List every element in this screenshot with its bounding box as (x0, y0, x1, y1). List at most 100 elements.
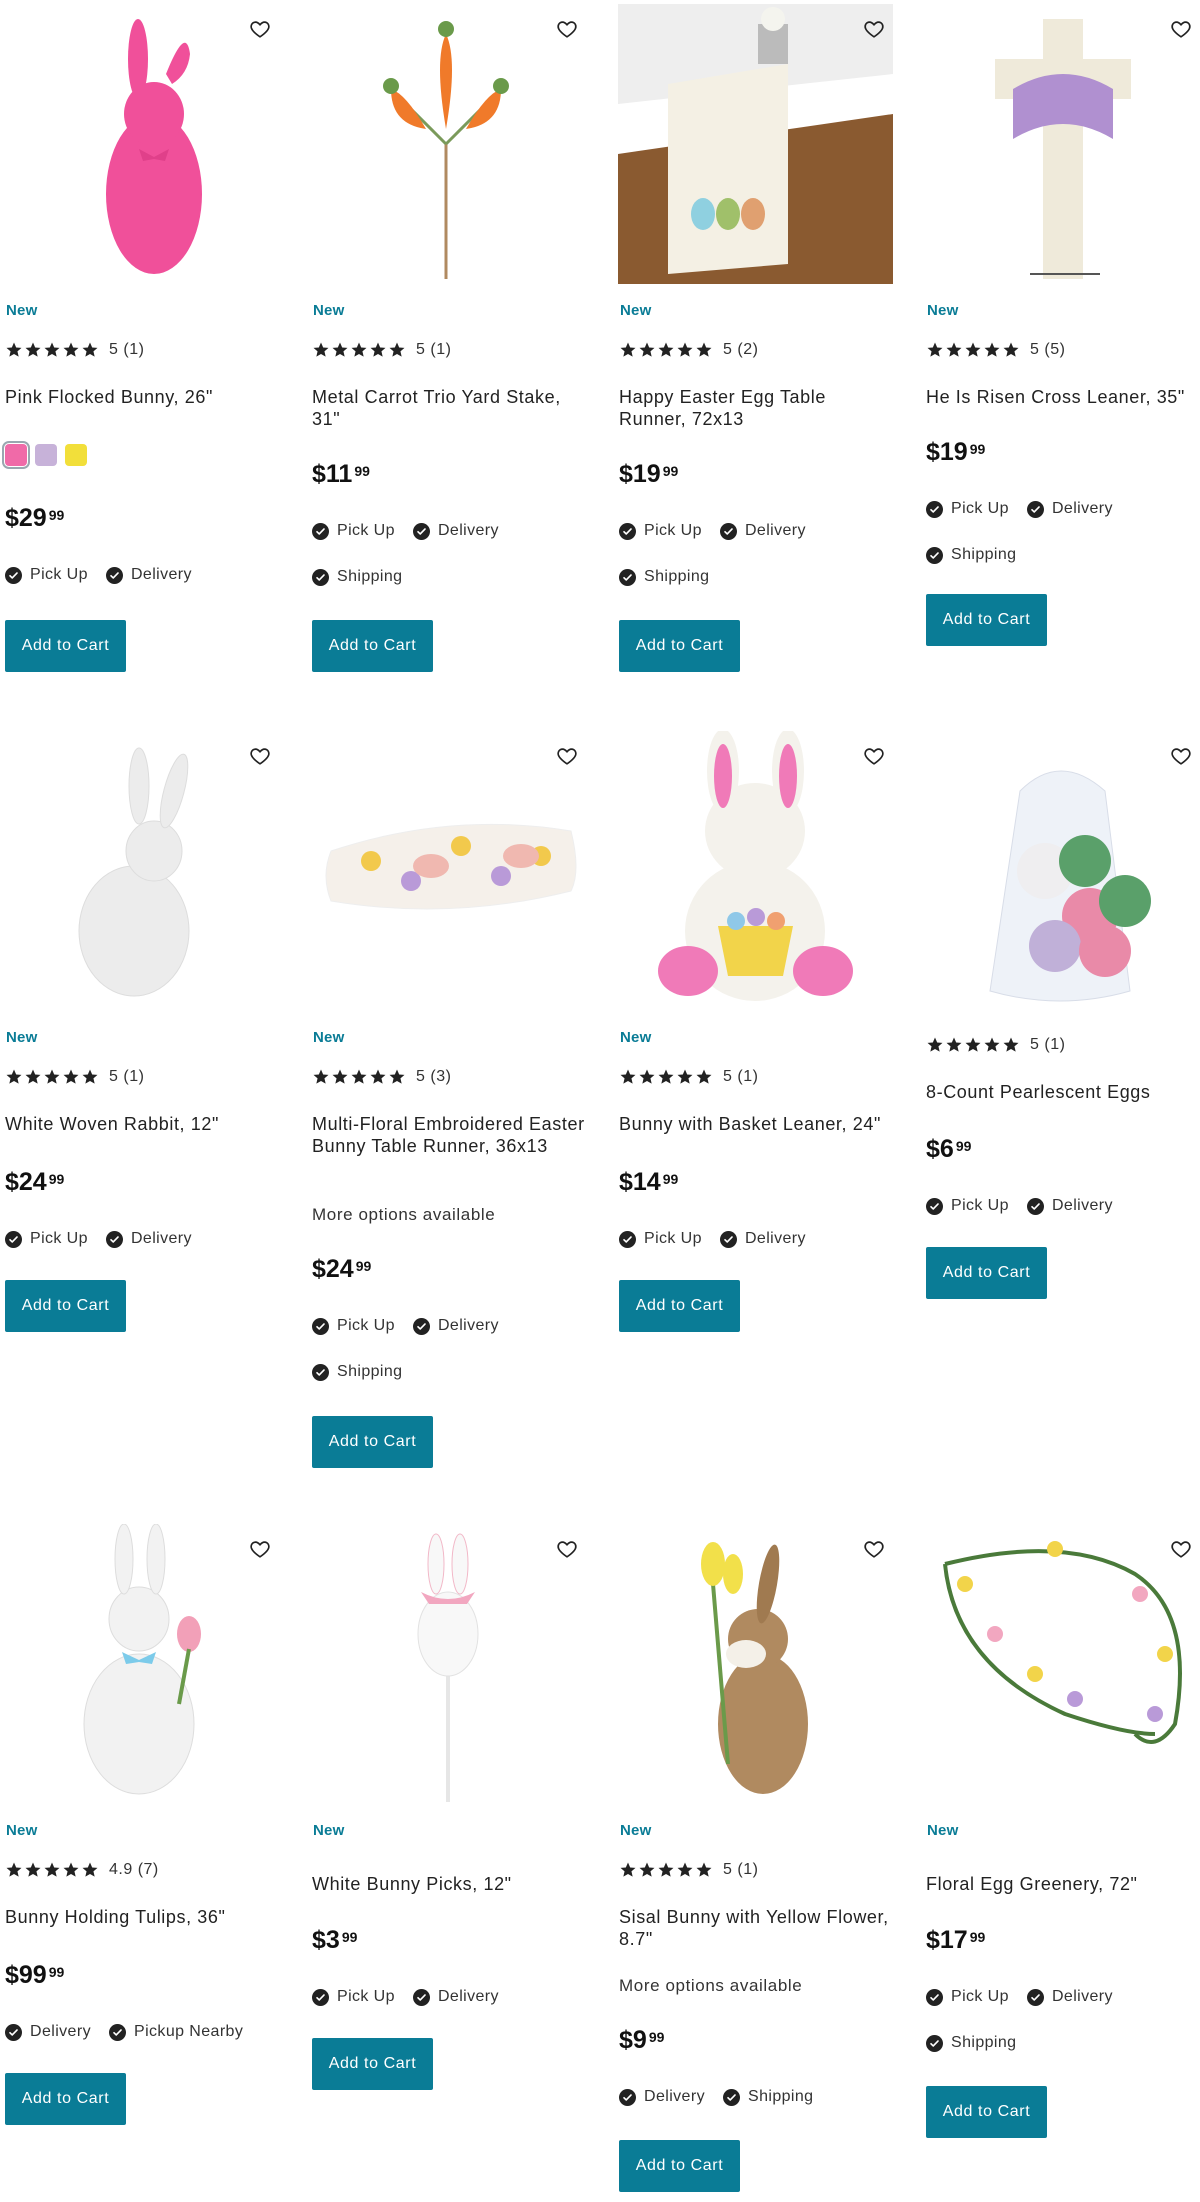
tulip-bunny-image[interactable] (4, 1524, 279, 1804)
table-runner-image[interactable] (618, 4, 893, 284)
rating-summary[interactable]: 5 (1) (619, 1861, 758, 1879)
wishlist-heart-icon[interactable] (1170, 1538, 1196, 1564)
star-icon (1002, 1036, 1020, 1054)
add-to-cart-button[interactable]: Add to Cart (312, 1416, 433, 1468)
fulfillment-label: Delivery (744, 1230, 806, 1247)
bunny-pick-image[interactable] (311, 1524, 586, 1804)
product-title-link[interactable]: Floral Egg Greenery, 72" (926, 1873, 1200, 1895)
add-to-cart-button[interactable]: Add to Cart (619, 2140, 740, 2192)
wishlist-heart-icon[interactable] (556, 1538, 582, 1564)
wishlist-heart-icon[interactable] (249, 745, 275, 771)
egg-greenery-image[interactable] (925, 1524, 1200, 1804)
wishlist-heart-icon[interactable] (863, 745, 889, 771)
product-title-link[interactable]: He Is Risen Cross Leaner, 35" (926, 386, 1200, 408)
color-swatch[interactable] (65, 444, 87, 466)
product-title-link[interactable]: Bunny with Basket Leaner, 24" (619, 1113, 894, 1135)
pink-bunny-image[interactable] (4, 4, 279, 284)
price-cents: 99 (662, 463, 679, 479)
star-icon (312, 341, 330, 359)
star-icon (5, 1861, 23, 1879)
add-to-cart-button[interactable]: Add to Cart (926, 2086, 1047, 2138)
star-icon (926, 341, 944, 359)
fulfillment-pick-up: Pick Up (5, 566, 88, 584)
rating-summary[interactable]: 4.9 (7) (5, 1861, 159, 1879)
new-badge: New (620, 302, 652, 319)
color-swatch[interactable] (2, 441, 30, 469)
rating-summary[interactable]: 5 (5) (926, 341, 1065, 359)
product-title-link[interactable]: Metal Carrot Trio Yard Stake, 31" (312, 386, 587, 430)
fulfillment-label: Pick Up (951, 500, 1009, 517)
rating-summary[interactable]: 5 (1) (619, 1068, 758, 1086)
product-title-link[interactable]: Bunny Holding Tulips, 36" (5, 1906, 280, 1928)
star-icon (695, 341, 713, 359)
check-circle-icon (5, 1230, 22, 1248)
fulfillment-options: Pick Up Delivery (926, 1197, 1113, 1215)
star-icon (676, 1068, 694, 1086)
star-rating (312, 1068, 406, 1086)
fulfillment-label: Pick Up (644, 1230, 702, 1247)
rating-value: 5 (1030, 1036, 1040, 1053)
fulfillment-pick-up: Pick Up (5, 1230, 88, 1248)
fulfillment-options: Shipping (926, 546, 1016, 564)
wishlist-heart-icon[interactable] (1170, 18, 1196, 44)
add-to-cart-button[interactable]: Add to Cart (5, 2073, 126, 2125)
check-circle-icon (926, 1197, 943, 1215)
star-icon (62, 1068, 80, 1086)
add-to-cart-button[interactable]: Add to Cart (312, 2038, 433, 2090)
bunny-basket-image[interactable] (618, 731, 893, 1011)
rating-value: 5 (723, 341, 733, 358)
sisal-bunny-image[interactable] (618, 1524, 893, 1804)
review-count: (1) (1044, 1036, 1066, 1053)
fulfillment-shipping: Shipping (312, 568, 402, 586)
product-title-link[interactable]: White Bunny Picks, 12" (312, 1873, 587, 1895)
new-badge: New (313, 1029, 345, 1046)
wishlist-heart-icon[interactable] (556, 18, 582, 44)
floral-runner-image[interactable] (311, 731, 586, 1011)
fulfillment-options: Shipping (312, 1363, 402, 1381)
add-to-cart-button[interactable]: Add to Cart (5, 1280, 126, 1332)
price-cents: 99 (955, 1138, 972, 1154)
add-to-cart-button[interactable]: Add to Cart (619, 620, 740, 672)
product-title-link[interactable]: Pink Flocked Bunny, 26" (5, 386, 280, 408)
add-to-cart-button[interactable]: Add to Cart (312, 620, 433, 672)
pearl-eggs-image[interactable] (925, 731, 1200, 1011)
rating-summary[interactable]: 5 (1) (5, 341, 144, 359)
star-icon (331, 1068, 349, 1086)
rating-summary[interactable]: 5 (1) (926, 1036, 1065, 1054)
wishlist-heart-icon[interactable] (863, 18, 889, 44)
star-icon (676, 1861, 694, 1879)
rating-summary[interactable]: 5 (3) (312, 1068, 451, 1086)
star-rating (926, 341, 1020, 359)
color-swatch[interactable] (35, 444, 57, 466)
rating-summary[interactable]: 5 (1) (5, 1068, 144, 1086)
add-to-cart-button[interactable]: Add to Cart (5, 620, 126, 672)
cross-leaner-image[interactable] (925, 4, 1200, 284)
star-icon (43, 341, 61, 359)
wishlist-heart-icon[interactable] (863, 1538, 889, 1564)
product-title-link[interactable]: Happy Easter Egg Table Runner, 72x13 (619, 386, 894, 430)
fulfillment-label: Pick Up (951, 1988, 1009, 2005)
product-title-link[interactable]: Multi-Floral Embroidered Easter Bunny Ta… (312, 1113, 587, 1157)
price-cents: 99 (341, 1929, 358, 1945)
price-dollars: $19 (619, 460, 661, 488)
wishlist-heart-icon[interactable] (1170, 745, 1196, 771)
product-title-link[interactable]: Sisal Bunny with Yellow Flower, 8.7" (619, 1906, 894, 1950)
price-cents: 99 (354, 463, 370, 479)
fulfillment-label: Delivery (30, 2023, 91, 2040)
add-to-cart-button[interactable]: Add to Cart (619, 1280, 740, 1332)
product-title-link[interactable]: 8-Count Pearlescent Eggs (926, 1081, 1200, 1103)
rating-summary[interactable]: 5 (1) (312, 341, 451, 359)
woven-rabbit-image[interactable] (4, 731, 279, 1011)
wishlist-heart-icon[interactable] (249, 18, 275, 44)
wishlist-heart-icon[interactable] (556, 745, 582, 771)
rating-summary[interactable]: 5 (2) (619, 341, 758, 359)
review-count: (7) (137, 1861, 159, 1878)
wishlist-heart-icon[interactable] (249, 1538, 275, 1564)
carrot-stake-image[interactable] (311, 4, 586, 284)
product-title-link[interactable]: White Woven Rabbit, 12" (5, 1113, 280, 1135)
add-to-cart-button[interactable]: Add to Cart (926, 1247, 1047, 1299)
star-icon (619, 341, 637, 359)
star-icon (638, 1861, 656, 1879)
add-to-cart-button[interactable]: Add to Cart (926, 594, 1047, 646)
price: $24 99 (312, 1255, 371, 1284)
